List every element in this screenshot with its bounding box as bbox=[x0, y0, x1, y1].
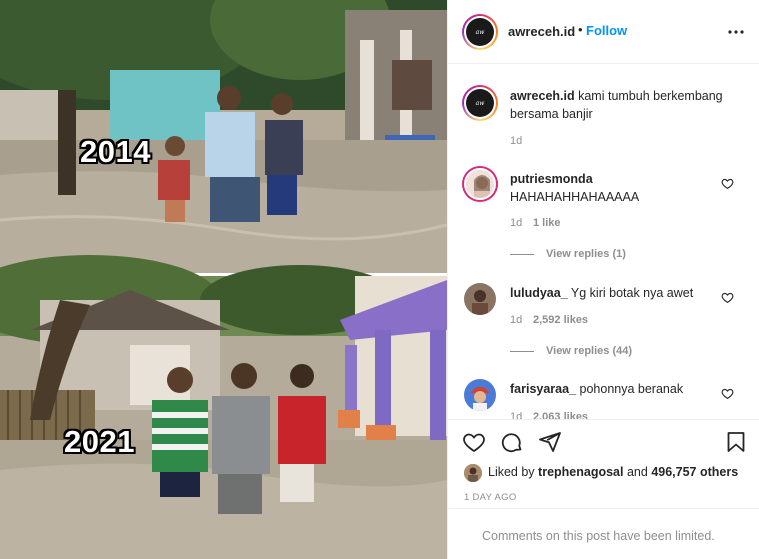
comment-content: luludyaa_ Yg kiri botak nya awet bbox=[510, 284, 720, 302]
heart-icon[interactable] bbox=[462, 430, 486, 454]
photo-illustration bbox=[0, 0, 447, 559]
comment-time: 1d bbox=[510, 411, 523, 419]
likes-count[interactable]: 496,757 others bbox=[651, 465, 738, 479]
view-replies-button[interactable]: View replies (1) bbox=[510, 248, 626, 260]
comment-like-heart-icon[interactable] bbox=[721, 177, 734, 190]
commenter-avatar[interactable] bbox=[464, 168, 496, 200]
author-avatar[interactable]: aw bbox=[462, 14, 498, 50]
comment-like-heart-icon[interactable] bbox=[721, 387, 734, 400]
comment-text: pohonnya beranak bbox=[579, 382, 684, 396]
comment-username[interactable]: luludyaa_ bbox=[510, 286, 568, 300]
post-time[interactable]: 1 DAY AGO bbox=[464, 492, 517, 503]
comment-text: HAHAHAHHAHAAAAA bbox=[510, 190, 640, 204]
liker-avatar[interactable] bbox=[464, 464, 482, 482]
post-actions: Liked by trephenagosal and 496,757 other… bbox=[448, 419, 759, 559]
post-photo[interactable]: 2014 2021 bbox=[0, 0, 447, 559]
share-icon[interactable] bbox=[538, 430, 562, 454]
comment-text: Yg kiri botak nya awet bbox=[570, 286, 694, 300]
comment-like-heart-icon[interactable] bbox=[721, 291, 734, 304]
comment-icon[interactable] bbox=[500, 430, 524, 454]
comment-likes[interactable]: 2,592 likes bbox=[533, 314, 588, 326]
commenter-avatar[interactable] bbox=[464, 283, 496, 315]
post-header: aw awreceh.id • Follow bbox=[448, 0, 759, 64]
author-username[interactable]: awreceh.id bbox=[508, 24, 575, 39]
likes-summary: Liked by trephenagosal and 496,757 other… bbox=[488, 465, 739, 479]
year-label-2021: 2021 bbox=[64, 424, 135, 459]
follow-button[interactable]: Follow bbox=[586, 23, 627, 38]
caption-text: awreceh.id kami tumbuh berkembang bersam… bbox=[510, 87, 740, 123]
year-label-2014: 2014 bbox=[80, 134, 151, 169]
more-options-icon[interactable] bbox=[724, 20, 748, 44]
comment-content: farisyaraa_ pohonnya beranak bbox=[510, 380, 720, 398]
post-details-panel: aw awreceh.id • Follow aw awreceh.id kam… bbox=[447, 0, 759, 559]
comment-time: 1d bbox=[510, 314, 523, 326]
comment-time: 1d bbox=[510, 217, 523, 229]
caption-author-avatar[interactable]: aw bbox=[462, 85, 498, 121]
comments-limited-text: Comments on this post have been limited. bbox=[482, 529, 715, 543]
liked-by-username[interactable]: trephenagosal bbox=[538, 465, 623, 479]
comments-list[interactable]: aw awreceh.id kami tumbuh berkembang ber… bbox=[448, 65, 759, 419]
caption-username[interactable]: awreceh.id bbox=[510, 89, 575, 103]
awreceh-logo: aw bbox=[466, 18, 494, 46]
comment-likes[interactable]: 1 like bbox=[533, 217, 561, 229]
comment-likes[interactable]: 2,063 likes bbox=[533, 411, 588, 419]
caption-time: 1d bbox=[510, 135, 523, 147]
comment-username[interactable]: putriesmonda bbox=[510, 172, 593, 186]
awreceh-logo: aw bbox=[466, 89, 494, 117]
view-replies-button[interactable]: View replies (44) bbox=[510, 345, 632, 357]
separator-dot: • bbox=[578, 22, 583, 37]
comment-content: putriesmonda HAHAHAHHAHAAAAA bbox=[510, 170, 720, 206]
replies-line bbox=[510, 253, 534, 255]
commenter-avatar[interactable] bbox=[464, 379, 496, 411]
comment-username[interactable]: farisyaraa_ bbox=[510, 382, 576, 396]
comments-limited-notice: Comments on this post have been limited. bbox=[448, 508, 759, 559]
bookmark-icon[interactable] bbox=[724, 430, 748, 454]
replies-line bbox=[510, 350, 534, 352]
